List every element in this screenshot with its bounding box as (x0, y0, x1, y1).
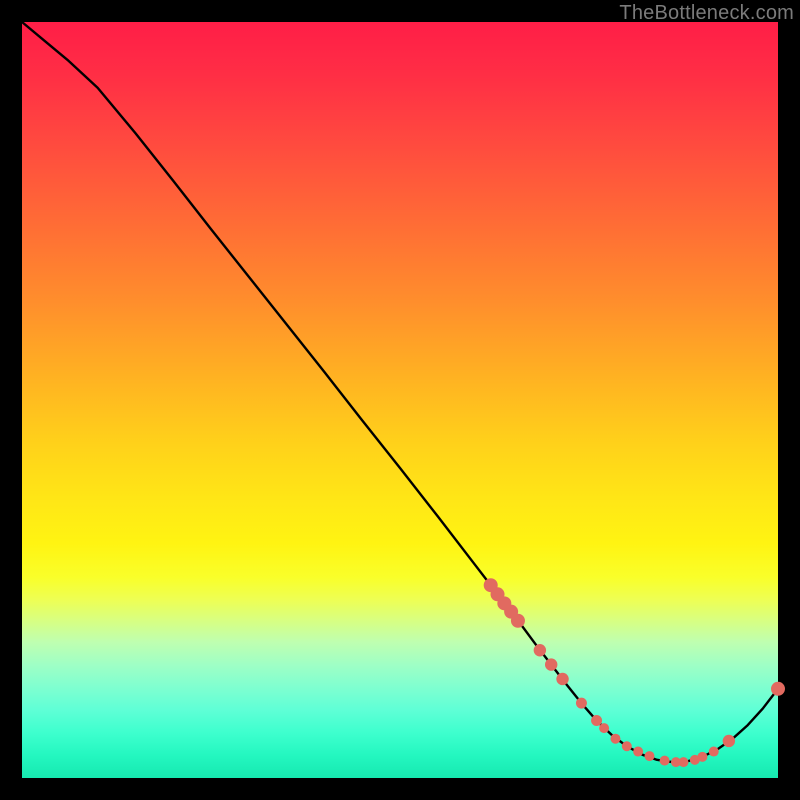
data-marker (622, 741, 632, 751)
data-marker (591, 715, 602, 726)
data-marker (534, 644, 546, 656)
data-marker (599, 723, 609, 733)
data-marker (771, 682, 785, 696)
curve-line (22, 22, 778, 762)
data-marker (679, 757, 689, 767)
chart-svg (22, 22, 778, 778)
data-marker (644, 751, 654, 761)
chart-plot-area (22, 22, 778, 778)
data-marker (723, 735, 735, 747)
data-marker (576, 698, 587, 709)
data-marker (660, 756, 670, 766)
chart-stage: TheBottleneck.com (0, 0, 800, 800)
data-marker (511, 614, 525, 628)
watermark-text: TheBottleneck.com (619, 2, 794, 25)
data-marker (697, 752, 707, 762)
data-marker (610, 734, 620, 744)
data-marker (545, 658, 557, 670)
data-marker (556, 673, 568, 685)
markers-group (484, 578, 785, 767)
data-marker (709, 747, 719, 757)
data-marker (633, 747, 643, 757)
